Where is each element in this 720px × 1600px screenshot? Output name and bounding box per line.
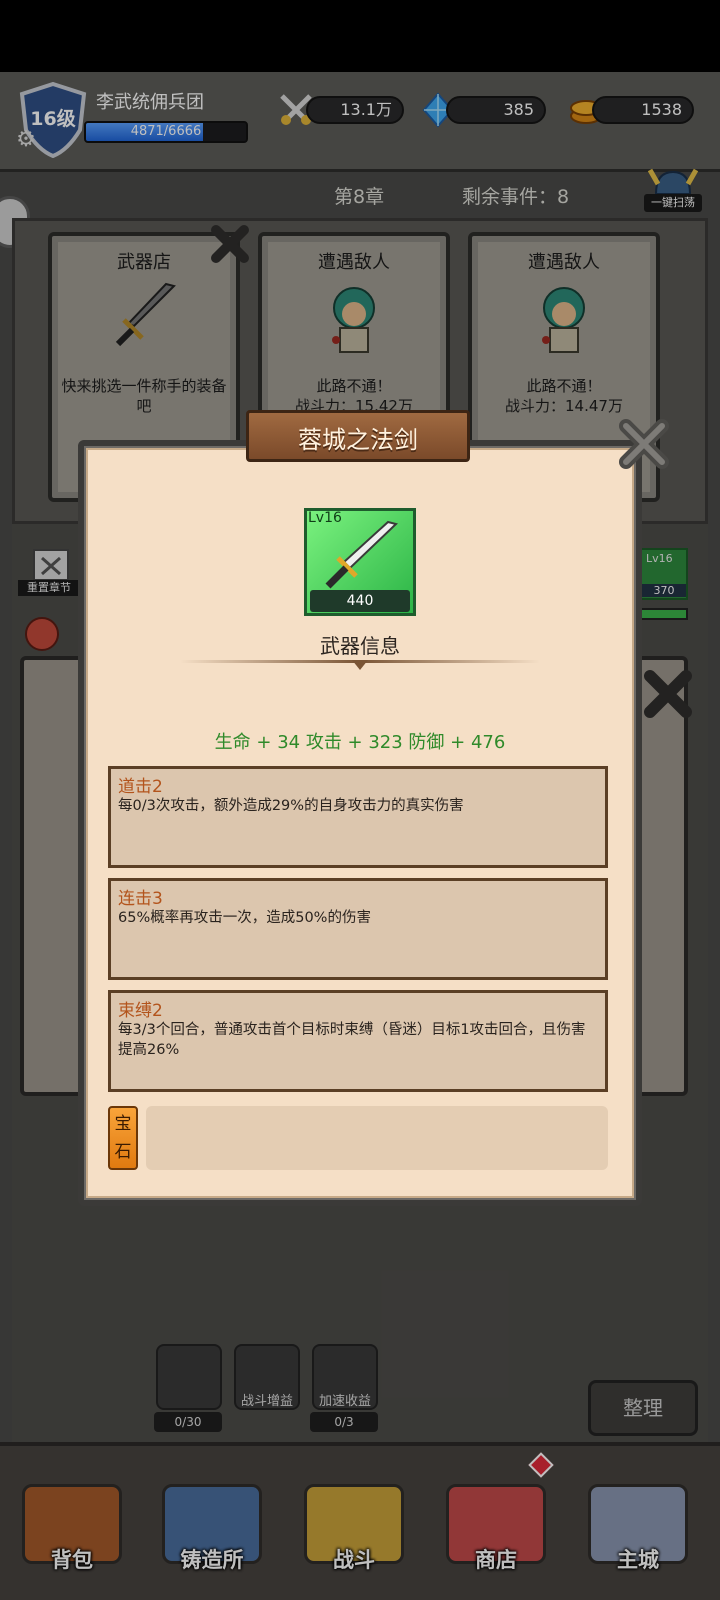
modal-close-icon[interactable] bbox=[616, 416, 672, 472]
modal-title: 蓉城之法剑 bbox=[298, 426, 418, 454]
skill-box bbox=[108, 766, 608, 868]
weapon-power: 440 bbox=[310, 590, 410, 612]
divider-arrow-icon bbox=[352, 660, 368, 670]
gem-label: 宝石 bbox=[108, 1106, 138, 1170]
skill-name: 连击3 bbox=[118, 889, 163, 909]
skill-desc: 每3/3个回合，普通攻击首个目标时束缚（昏迷）目标1攻击回合，且伤害提高26% bbox=[118, 1022, 586, 1058]
skill-desc: 65%概率再攻击一次，造成50%的伤害 bbox=[118, 910, 371, 926]
sword-icon bbox=[325, 520, 399, 589]
skill-box bbox=[108, 878, 608, 980]
weapon-stats: 生命 + 34 攻击 + 323 防御 + 476 bbox=[214, 732, 506, 753]
gem-slot[interactable] bbox=[146, 1106, 608, 1170]
skill-name: 束缚2 bbox=[118, 1001, 163, 1021]
skill-desc: 每0/3次攻击，额外造成29%的自身攻击力的真实伤害 bbox=[118, 798, 464, 814]
skill-name: 道击2 bbox=[118, 777, 163, 797]
status-bar bbox=[0, 0, 720, 72]
info-title: 武器信息 bbox=[320, 634, 400, 658]
